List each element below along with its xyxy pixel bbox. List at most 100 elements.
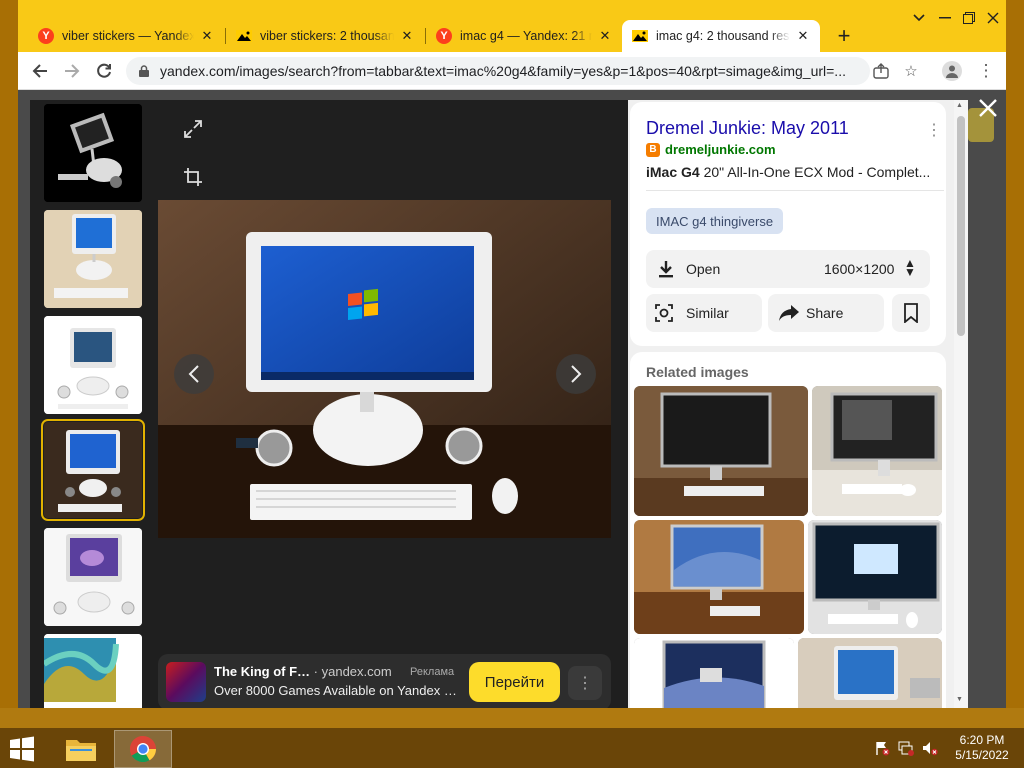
related-image[interactable] — [798, 638, 942, 708]
image-icon — [632, 28, 648, 44]
related-images-card: Related images — [630, 352, 946, 708]
image-viewer: The King of F… · yandex.com Реклама Over… — [18, 90, 1006, 708]
taskbar: 6:20 PM 5/15/2022 — [0, 728, 1024, 768]
chrome-icon — [129, 735, 157, 763]
taskbar-clock[interactable]: 6:20 PM 5/15/2022 — [950, 733, 1014, 763]
share-button[interactable]: Share — [768, 294, 884, 332]
share-arrow-icon — [778, 304, 800, 327]
image-info-panel: Dremel Junkie: May 2011 ⋮ B dremeljunkie… — [628, 100, 964, 708]
lens-icon — [654, 303, 674, 328]
ad-subtitle: Over 8000 Games Available on Yandex … — [214, 683, 457, 698]
ad-banner[interactable]: The King of F… · yandex.com Реклама Over… — [158, 654, 611, 708]
person-icon — [946, 65, 958, 78]
bookmark-star-icon[interactable]: ☆ — [902, 62, 920, 80]
action-center-flag-icon[interactable] — [874, 740, 890, 756]
crop-icon — [184, 168, 202, 186]
network-icon[interactable] — [898, 740, 914, 756]
share-page-icon[interactable] — [872, 62, 890, 80]
tab-title: imac g4 — Yandex: 21 m — [460, 29, 592, 43]
related-image[interactable] — [634, 386, 808, 516]
start-button[interactable] — [8, 736, 36, 762]
source-card: Dremel Junkie: May 2011 ⋮ B dremeljunkie… — [630, 102, 946, 346]
source-domain[interactable]: B dremeljunkie.com — [646, 142, 776, 157]
close-window-button[interactable] — [978, 6, 1008, 30]
related-image[interactable] — [812, 386, 942, 516]
volume-muted-icon[interactable] — [922, 740, 938, 756]
tab-title: imac g4: 2 thousand resu — [656, 29, 790, 43]
related-image[interactable] — [634, 638, 794, 708]
download-icon — [656, 259, 676, 279]
clock-date: 5/15/2022 — [955, 748, 1009, 762]
close-tab-icon[interactable]: ✕ — [400, 28, 414, 44]
ad-go-button[interactable]: Перейти — [469, 662, 560, 702]
image-icon — [236, 28, 252, 44]
folder-icon — [66, 740, 96, 761]
tab-viber-stickers-yandex[interactable]: Y viber stickers — Yandex: ✕ — [28, 20, 224, 52]
file-explorer-taskbar-button[interactable] — [52, 730, 110, 768]
address-bar[interactable]: yandex.com/images/search?from=tabbar&tex… — [126, 57, 870, 85]
close-tab-icon[interactable]: ✕ — [796, 28, 810, 44]
forward-button[interactable] — [58, 57, 86, 85]
ad-logo — [166, 662, 206, 702]
related-image[interactable] — [808, 520, 942, 634]
related-image[interactable] — [634, 520, 804, 634]
new-tab-button[interactable]: + — [830, 22, 858, 50]
browser-menu-icon[interactable]: ⋮ — [976, 60, 996, 82]
tab-viber-stickers-images[interactable]: viber stickers: 2 thousand ✕ — [226, 20, 424, 52]
profile-avatar[interactable] — [942, 61, 962, 81]
more-options-icon[interactable]: ⋮ — [926, 120, 942, 140]
source-title-link[interactable]: Dremel Junkie: May 2011 — [646, 118, 849, 139]
thumbnail[interactable] — [44, 634, 142, 708]
source-description: iMac G4 20" All-In-One ECX Mod - Complet… — [646, 164, 936, 180]
bookmark-button[interactable] — [892, 294, 930, 332]
similar-button[interactable]: Similar — [646, 294, 762, 332]
similar-label: Similar — [686, 305, 729, 321]
yandex-icon: Y — [436, 28, 452, 44]
thumbnail-selected[interactable] — [41, 419, 145, 521]
thumbnail[interactable] — [44, 316, 142, 414]
clock-time: 6:20 PM — [959, 733, 1005, 747]
related-images-title: Related images — [646, 364, 749, 380]
open-label: Open — [686, 261, 721, 277]
panel-scrollbar[interactable]: ▲ ▼ — [954, 100, 968, 708]
tab-title: viber stickers — Yandex: — [62, 29, 194, 43]
ad-domain: · yandex.com — [313, 664, 392, 679]
thumbnail[interactable] — [44, 104, 142, 202]
close-tab-icon[interactable]: ✕ — [598, 28, 612, 44]
tab-bar: Y viber stickers — Yandex: ✕ viber stick… — [18, 0, 1006, 52]
url-text: yandex.com/images/search?from=tabbar&tex… — [160, 63, 846, 79]
close-tab-icon[interactable]: ✕ — [200, 28, 214, 44]
ad-more-icon[interactable]: ⋮ — [568, 666, 602, 700]
tab-imac-g4-images[interactable]: imac g4: 2 thousand resu ✕ — [622, 20, 820, 52]
back-button[interactable] — [26, 57, 54, 85]
scroll-down-arrow-icon[interactable]: ▼ — [956, 696, 963, 703]
source-domain-text: dremeljunkie.com — [665, 142, 776, 157]
bookmark-icon — [904, 303, 918, 328]
reload-button[interactable] — [90, 57, 118, 85]
reload-icon — [97, 63, 111, 78]
scrollbar-thumb[interactable] — [957, 116, 965, 336]
fullscreen-button[interactable] — [176, 112, 210, 146]
scroll-up-arrow-icon[interactable]: ▲ — [956, 102, 963, 109]
next-image-button[interactable] — [556, 354, 596, 394]
chrome-taskbar-button[interactable] — [114, 730, 172, 768]
main-image — [158, 200, 611, 538]
open-image-button[interactable]: Open 1600×1200 ▲ ▼ — [646, 250, 930, 288]
source-description-bold: iMac G4 — [646, 164, 700, 180]
thumbnail[interactable] — [44, 528, 142, 626]
thumbnail[interactable] — [44, 210, 142, 308]
share-label: Share — [806, 305, 844, 321]
size-select[interactable]: 1600×1200 — [824, 261, 894, 277]
browser-window: Y viber stickers — Yandex: ✕ viber stick… — [18, 0, 1006, 708]
tab-imac-g4-yandex[interactable]: Y imac g4 — Yandex: 21 m ✕ — [426, 20, 622, 52]
close-viewer-icon[interactable] — [976, 96, 1000, 120]
ad-title: The King of F… · yandex.com — [214, 664, 392, 679]
ad-badge: Реклама — [410, 666, 455, 678]
source-description-rest: 20" All-In-One ECX Mod - Complet... — [699, 164, 931, 180]
yandex-icon: Y — [38, 28, 54, 44]
tag-chip[interactable]: IMAC g4 thingiverse — [646, 208, 784, 234]
crop-button[interactable] — [176, 160, 210, 194]
arrow-right-icon — [65, 64, 80, 78]
previous-image-button[interactable] — [174, 354, 214, 394]
sort-arrows-icon[interactable]: ▲ ▼ — [904, 257, 916, 278]
